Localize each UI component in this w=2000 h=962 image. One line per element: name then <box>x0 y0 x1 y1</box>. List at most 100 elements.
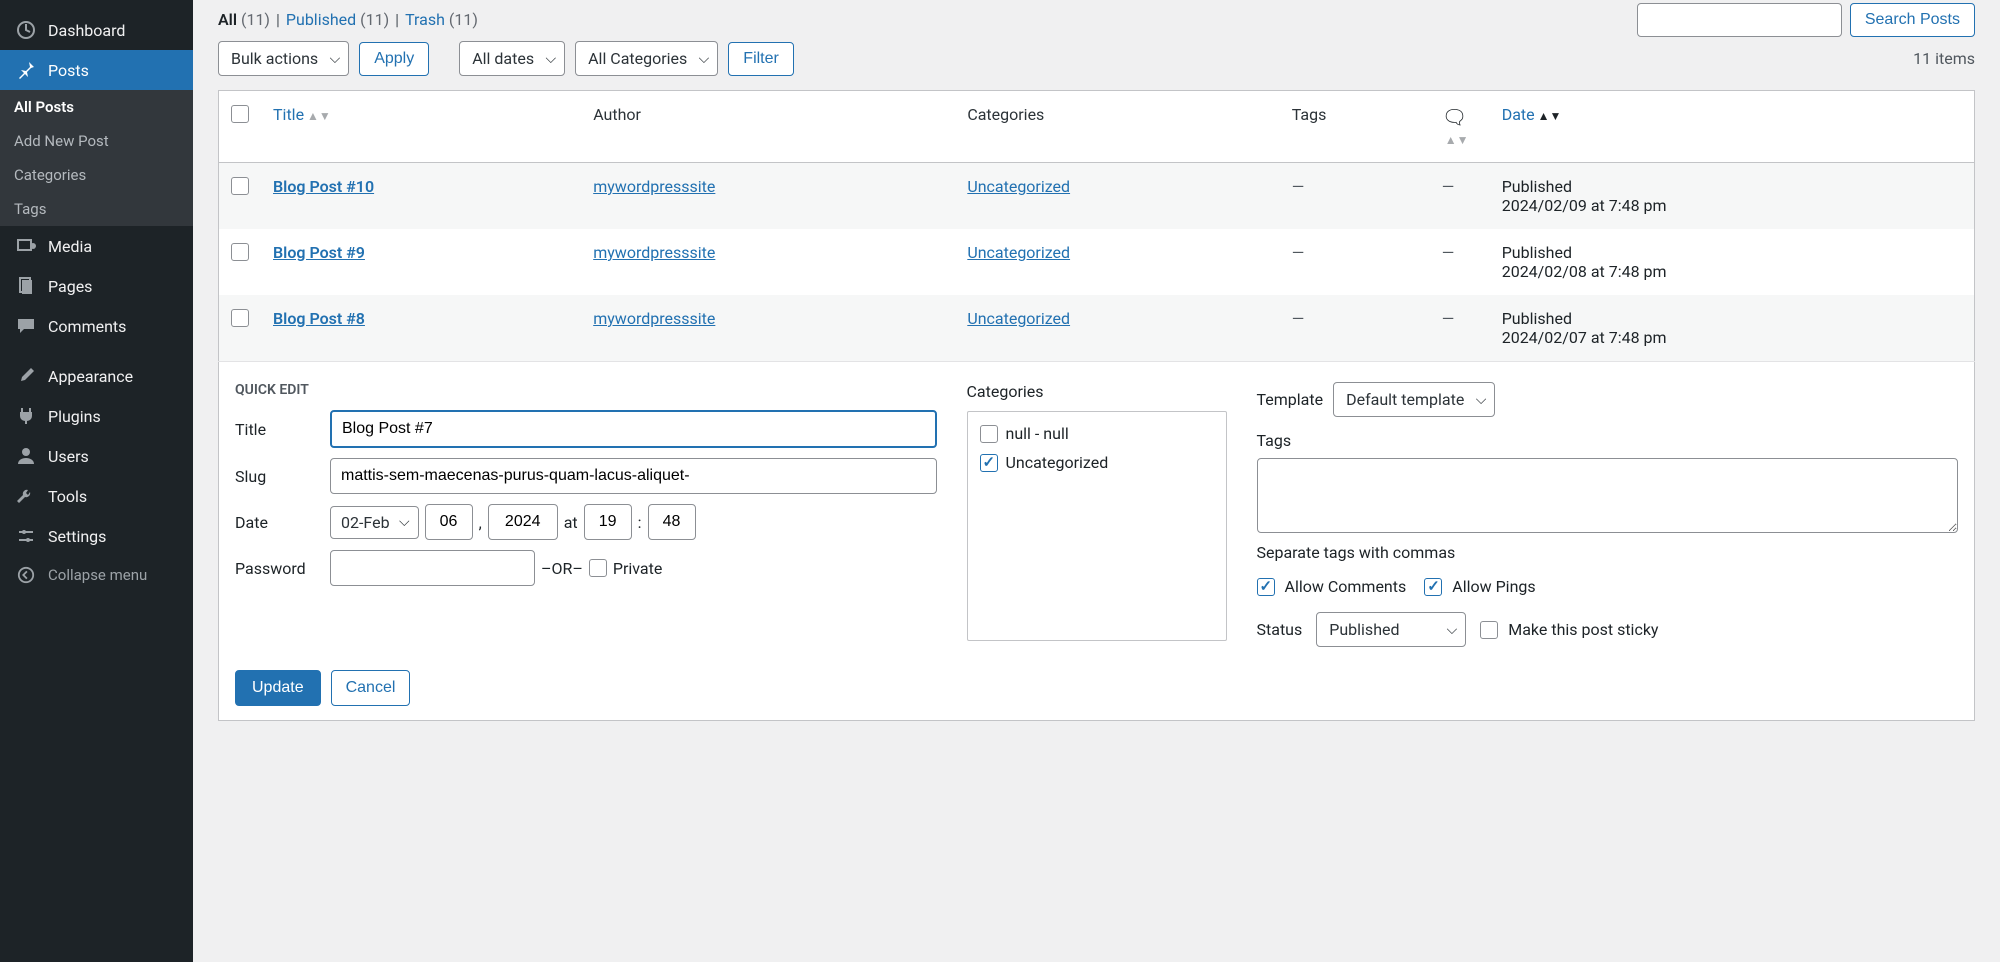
title-input[interactable] <box>330 410 937 448</box>
post-title-link[interactable]: Blog Post #8 <box>273 309 365 328</box>
sidebar-item-appearance[interactable]: Appearance <box>0 356 193 396</box>
sidebar-label: Appearance <box>48 367 133 386</box>
row-checkbox[interactable] <box>231 177 249 195</box>
author-link[interactable]: mywordpresssite <box>593 243 715 262</box>
categories-box[interactable]: null - null Uncategorized <box>967 411 1227 641</box>
cancel-button[interactable]: Cancel <box>331 670 411 706</box>
collapse-menu[interactable]: Collapse menu <box>0 556 193 594</box>
category-link[interactable]: Uncategorized <box>967 177 1070 196</box>
comments-icon[interactable]: 🗨 <box>1442 105 1467 129</box>
category-checkbox[interactable] <box>980 454 998 472</box>
sort-icon: ▲▼ <box>1538 109 1562 123</box>
table-row: Blog Post #9 mywordpresssite Uncategoriz… <box>219 229 1975 295</box>
status-select[interactable]: Published⌵ <box>1316 612 1466 647</box>
sticky-checkbox[interactable] <box>1480 621 1498 639</box>
quick-edit-row: Quick Edit Title Slug D <box>219 362 1975 721</box>
title-label: Title <box>235 420 330 439</box>
apply-button[interactable]: Apply <box>359 42 429 76</box>
col-author: Author <box>581 91 955 163</box>
select-all-checkbox[interactable] <box>231 105 249 123</box>
category-link[interactable]: Uncategorized <box>967 243 1070 262</box>
media-icon <box>14 236 38 256</box>
sidebar-label: Plugins <box>48 407 101 426</box>
pages-icon <box>14 276 38 296</box>
row-checkbox[interactable] <box>231 309 249 327</box>
month-select[interactable]: 02-Feb⌵ <box>330 506 419 539</box>
day-input[interactable] <box>425 504 473 540</box>
search-button[interactable]: Search Posts <box>1850 3 1975 37</box>
sliders-icon <box>14 526 38 546</box>
category-checkbox[interactable] <box>980 425 998 443</box>
pin-icon <box>14 60 38 80</box>
password-input[interactable] <box>330 550 535 586</box>
category-link[interactable]: Uncategorized <box>967 309 1070 328</box>
slug-label: Slug <box>235 467 330 486</box>
comments-cell: — <box>1430 229 1490 295</box>
bulk-actions-select[interactable]: Bulk actions⌵ <box>218 41 349 76</box>
submenu-add-new[interactable]: Add New Post <box>0 124 193 158</box>
author-link[interactable]: mywordpresssite <box>593 177 715 196</box>
author-link[interactable]: mywordpresssite <box>593 309 715 328</box>
sidebar-item-media[interactable]: Media <box>0 226 193 266</box>
col-title[interactable]: Title <box>273 105 304 124</box>
tags-hint: Separate tags with commas <box>1257 543 1959 562</box>
dashboard-icon <box>14 20 38 40</box>
template-select[interactable]: Default template⌵ <box>1333 382 1495 417</box>
year-input[interactable] <box>488 504 558 540</box>
allow-pings-checkbox[interactable] <box>1424 578 1442 596</box>
submenu-categories[interactable]: Categories <box>0 158 193 192</box>
chevron-down-icon: ⌵ <box>399 514 410 530</box>
sidebar-item-users[interactable]: Users <box>0 436 193 476</box>
chevron-down-icon: ⌵ <box>1447 622 1458 638</box>
filter-published[interactable]: Published <box>286 10 356 29</box>
sidebar-label: Collapse menu <box>48 566 147 584</box>
tags-textarea[interactable] <box>1257 458 1959 533</box>
post-title-link[interactable]: Blog Post #9 <box>273 243 365 262</box>
sidebar-item-comments[interactable]: Comments <box>0 306 193 346</box>
sidebar-label: Settings <box>48 527 106 546</box>
comments-cell: — <box>1430 163 1490 230</box>
search-input[interactable] <box>1637 3 1842 37</box>
wrench-icon <box>14 486 38 506</box>
sidebar-item-pages[interactable]: Pages <box>0 266 193 306</box>
minute-input[interactable] <box>648 504 696 540</box>
tags-cell: — <box>1280 229 1430 295</box>
category-filter-select[interactable]: All Categories⌵ <box>575 41 718 76</box>
sidebar-item-posts[interactable]: Posts <box>0 50 193 90</box>
slug-input[interactable] <box>330 458 937 494</box>
sidebar-item-plugins[interactable]: Plugins <box>0 396 193 436</box>
template-label: Template <box>1257 390 1324 409</box>
filter-trash[interactable]: Trash <box>405 10 445 29</box>
tags-cell: — <box>1280 163 1430 230</box>
sidebar-item-tools[interactable]: Tools <box>0 476 193 516</box>
sidebar-item-settings[interactable]: Settings <box>0 516 193 556</box>
chevron-down-icon: ⌵ <box>330 51 341 67</box>
submenu-tags[interactable]: Tags <box>0 192 193 226</box>
sidebar-item-dashboard[interactable]: Dashboard <box>0 10 193 50</box>
private-checkbox[interactable] <box>589 559 607 577</box>
sidebar-label: Tools <box>48 487 87 506</box>
admin-sidebar: Dashboard Posts All Posts Add New Post C… <box>0 0 193 962</box>
post-title-link[interactable]: Blog Post #10 <box>273 177 374 196</box>
filter-button[interactable]: Filter <box>728 42 794 76</box>
row-checkbox[interactable] <box>231 243 249 261</box>
posts-table: Title▲▼ Author Categories Tags 🗨▲▼ Date▲… <box>218 90 1975 721</box>
submenu-all-posts[interactable]: All Posts <box>0 90 193 124</box>
allow-comments-checkbox[interactable] <box>1257 578 1275 596</box>
col-date[interactable]: Date <box>1502 105 1535 124</box>
table-row: Blog Post #10 mywordpresssite Uncategori… <box>219 163 1975 230</box>
comments-icon <box>14 316 38 336</box>
password-label: Password <box>235 559 330 578</box>
hour-input[interactable] <box>584 504 632 540</box>
chevron-down-icon: ⌵ <box>545 51 556 67</box>
collapse-icon <box>14 566 38 584</box>
sort-icon: ▲▼ <box>1445 133 1469 147</box>
date-filter-select[interactable]: All dates⌵ <box>459 41 565 76</box>
filter-all[interactable]: All <box>218 10 237 29</box>
sidebar-label: Comments <box>48 317 126 336</box>
sidebar-label: Pages <box>48 277 92 296</box>
search-posts-form: Search Posts <box>1637 3 1975 37</box>
update-button[interactable]: Update <box>235 670 321 706</box>
quick-edit-legend: Quick Edit <box>235 382 937 398</box>
date-label: Date <box>235 513 330 532</box>
